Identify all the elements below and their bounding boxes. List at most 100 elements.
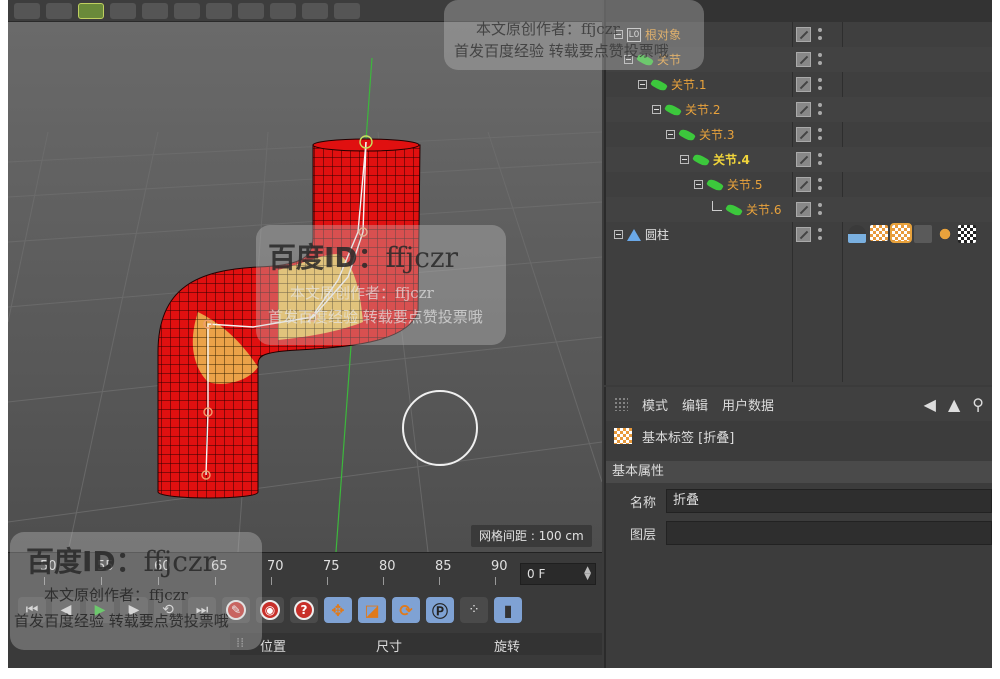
menu-edit[interactable]: 编辑 [682,395,708,414]
render-dots-icon[interactable] [818,128,822,142]
tool-icon[interactable] [238,2,264,19]
up-arrow-icon[interactable]: ▲ [948,395,960,414]
render-dots-icon[interactable] [818,78,822,92]
coord-position-label: 位置 [260,640,287,655]
visibility-icon[interactable] [796,202,811,217]
visibility-icon[interactable] [796,27,811,42]
object-name: 关节.5 [727,178,763,192]
object-row-selected[interactable]: 关节.4 [606,147,992,172]
object-row[interactable]: 关节.1 [606,72,992,97]
object-row[interactable]: 关节.6 [606,197,992,222]
tick-label: 90 [491,559,508,574]
name-label: 名称 [629,495,656,511]
expand-icon[interactable] [638,80,647,89]
object-name: 关节.2 [685,103,721,117]
material-tag-icon[interactable] [914,225,932,243]
visibility-icon[interactable] [796,127,811,142]
layer-input[interactable] [666,521,992,545]
fold-tag-icon [614,428,632,444]
back-arrow-icon[interactable]: ◀ [924,395,936,414]
object-row[interactable]: 关节.2 [606,97,992,122]
object-row[interactable]: 圆柱 [606,222,992,247]
visibility-icon[interactable] [796,177,811,192]
axis-icon[interactable] [334,2,360,19]
tree-branch-line [712,200,722,211]
object-name: 关节.6 [746,203,782,217]
expand-icon[interactable] [652,105,661,114]
visibility-icon[interactable] [796,102,811,117]
light-icon[interactable] [206,2,232,19]
object-name: 关节.4 [713,153,750,167]
layer-label: 图层 [629,527,656,543]
expand-icon[interactable] [694,180,703,189]
joint-icon [725,202,743,217]
render-dots-icon[interactable] [818,103,822,117]
object-row[interactable]: 关节.5 [606,172,992,197]
grip-icon[interactable] [614,397,628,411]
attribute-menu-bar: 模式 编辑 用户数据 ◀ ▲ ⚲ [606,387,992,421]
joint-icon [664,102,682,117]
render-dots-icon[interactable] [818,203,822,217]
search-icon[interactable]: ⚲ [972,395,984,414]
attribute-manager: 模式 编辑 用户数据 ◀ ▲ ⚲ 基本标签 [折叠] 基本属性 名称 折叠 图层 [604,387,992,668]
joint-icon [678,127,696,142]
joint-icon [692,152,710,167]
tool-icon[interactable] [270,2,296,19]
expand-icon[interactable] [614,230,623,239]
coord-size-label: 尺寸 [376,640,403,655]
selected-tool-icon[interactable] [78,2,104,19]
attribute-nav: ◀ ▲ ⚲ [924,395,984,414]
fold-tag-icon-selected[interactable] [890,223,912,243]
visibility-icon[interactable] [796,152,811,167]
tick-label: 85 [435,559,452,574]
object-name: 关节.3 [699,128,735,142]
tick-label: 70 [267,559,284,574]
section-basic-properties[interactable]: 基本属性 [606,461,992,483]
tick-mark [271,577,272,585]
current-frame-field[interactable]: 0 F ▲ ▼ [520,563,596,585]
tool-icon[interactable] [302,2,328,19]
cylinder-icon [627,228,641,241]
render-dots-icon[interactable] [818,178,822,192]
keyframe-selection-button[interactable]: ? [290,597,318,623]
render-dots-icon[interactable] [818,153,822,167]
key-rotation-button[interactable]: ⟳ [392,597,420,623]
point-level-button[interactable]: ⁘ [460,597,488,623]
key-parameter-button[interactable]: Ⓟ [426,597,454,623]
render-dots-icon[interactable] [818,28,822,42]
tool-icon[interactable] [110,2,136,19]
visibility-icon[interactable] [796,52,811,67]
object-tags [848,223,976,243]
camera-icon[interactable] [174,2,200,19]
object-name: 圆柱 [645,228,670,242]
expand-icon[interactable] [666,130,675,139]
expand-icon[interactable] [680,155,689,164]
tick-mark [383,577,384,585]
object-name: 关节.1 [671,78,707,92]
render-dots-icon[interactable] [818,53,822,67]
skin-tag-icon[interactable] [848,225,866,243]
object-row[interactable]: 关节.3 [606,122,992,147]
attribute-title: 基本标签 [折叠] [606,421,992,451]
frame-spinner-icon[interactable]: ▲ ▼ [584,566,591,582]
scheme-button[interactable]: ▮ [494,597,522,623]
current-frame-value: 0 F [527,567,546,581]
grid-spacing-label: 网格间距 : 100 cm [471,525,592,547]
visibility-icon[interactable] [796,77,811,92]
key-scale-button[interactable]: ◪ [358,597,386,623]
grid-icon[interactable] [142,2,168,19]
tool-icon[interactable] [14,2,40,19]
weight-tag-icon[interactable] [870,225,888,241]
visibility-icon[interactable] [796,227,811,242]
tick-label: 75 [323,559,340,574]
tool-icon[interactable] [46,2,72,19]
tick-mark [439,577,440,585]
menu-user-data[interactable]: 用户数据 [722,395,774,414]
key-position-button[interactable]: ✥ [324,597,352,623]
texture-tag-icon[interactable] [958,225,976,243]
menu-mode[interactable]: 模式 [642,395,668,414]
scale-icon: ◪ [364,600,380,620]
render-dots-icon[interactable] [818,228,822,242]
name-input[interactable]: 折叠 [666,489,992,513]
ik-tag-icon[interactable] [936,225,954,243]
